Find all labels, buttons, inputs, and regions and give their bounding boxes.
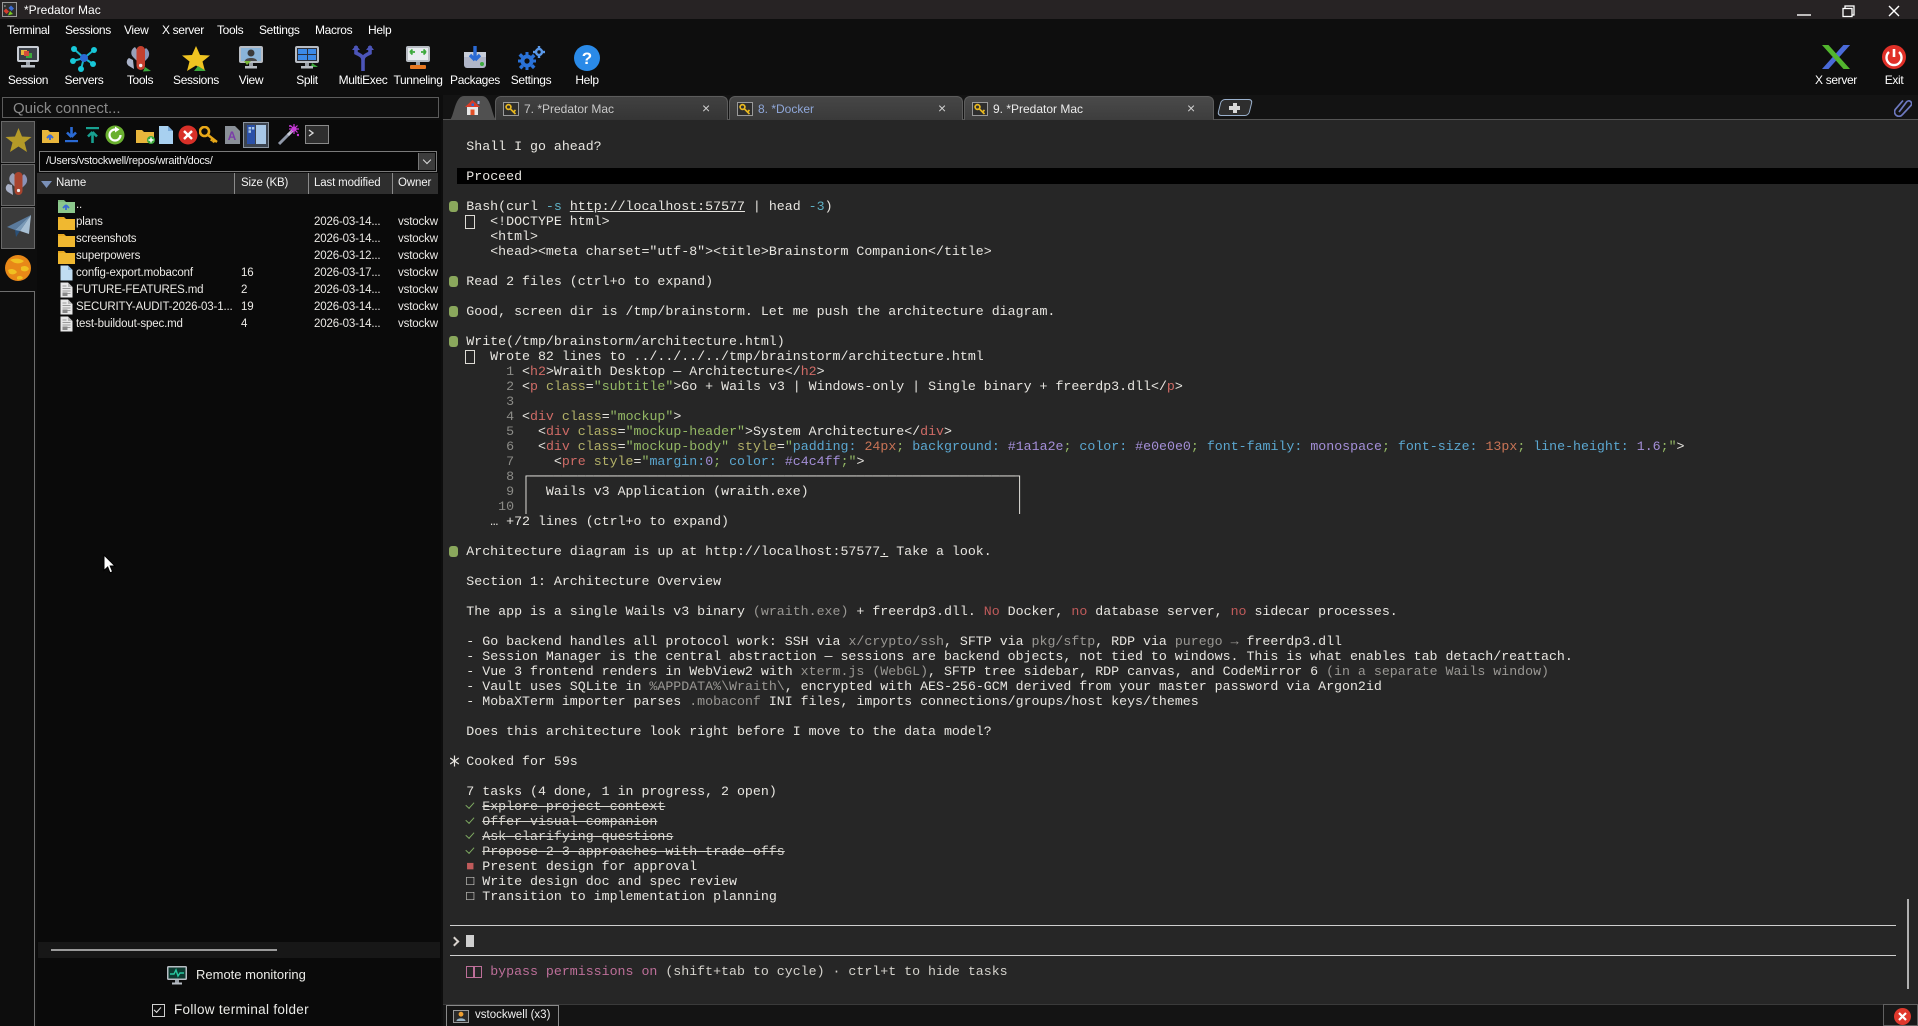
svg-text:A: A [228,129,237,143]
svg-text:?: ? [582,49,592,68]
